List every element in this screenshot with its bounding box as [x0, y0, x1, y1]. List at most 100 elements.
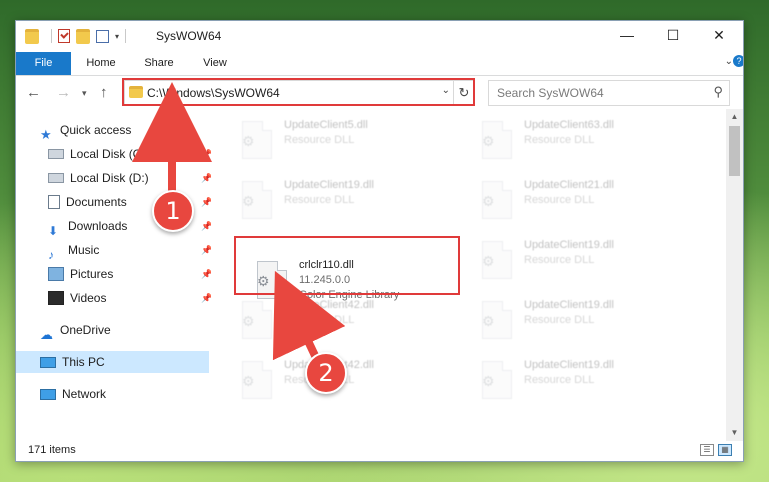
file-description: Resource DLL	[284, 134, 355, 146]
sidebar-item-videos[interactable]: Videos 📌	[16, 287, 212, 309]
sidebar-item-label: This PC	[62, 355, 105, 369]
sidebar-item-label: Pictures	[70, 267, 114, 281]
sidebar-item-onedrive[interactable]: ☁ OneDrive	[16, 319, 209, 342]
cloud-icon: ☁	[40, 327, 53, 342]
tiles-view-icon[interactable]: ▦	[718, 444, 732, 456]
file-highlight-box	[234, 236, 460, 295]
forward-arrow-icon[interactable]: →	[56, 84, 71, 101]
gear-icon: ⚙	[482, 193, 495, 209]
file-description: Resource DLL	[524, 134, 595, 146]
download-icon: ⬇	[48, 224, 59, 238]
sidebar-item-label: Network	[62, 387, 107, 401]
expand-ribbon-icon[interactable]: ⌄	[725, 56, 733, 67]
file-item[interactable]: ⚙ UpdateClient42.dll Resource DLL	[236, 357, 466, 403]
file-description: Resource DLL	[284, 314, 355, 326]
scrollbar-thumb[interactable]	[729, 126, 740, 176]
file-description: Resource DLL	[524, 374, 595, 386]
tab-view[interactable]: View	[192, 52, 238, 75]
gear-icon: ⚙	[242, 193, 255, 209]
computer-icon	[40, 356, 56, 368]
details-view-icon[interactable]: ☰	[700, 444, 714, 456]
recent-locations-icon[interactable]: ▾	[82, 88, 87, 99]
file-item[interactable]: ⚙ UpdateClient19.dll Resource DLL	[476, 237, 706, 283]
customize-icon[interactable]	[96, 29, 109, 43]
sidebar-item-quick-access[interactable]: ★ Quick access	[16, 119, 209, 142]
file-item[interactable]: ⚙ UpdateClient5.dll Resource DLL	[236, 117, 466, 163]
file-name: UpdateClient19.dll	[284, 179, 374, 191]
properties-check-icon[interactable]	[58, 29, 70, 43]
document-icon	[48, 195, 60, 209]
file-description: Resource DLL	[524, 194, 595, 206]
file-item[interactable]: ⚙ UpdateClient63.dll Resource DLL	[476, 117, 706, 163]
sidebar-item-label: Local Disk (C:)	[70, 147, 149, 161]
file-name: UpdateClient19.dll	[524, 299, 614, 311]
back-arrow-icon[interactable]: ←	[26, 84, 41, 101]
sidebar-item-network[interactable]: Network	[16, 383, 209, 405]
file-name: UpdateClient19.dll	[524, 239, 614, 251]
step-1-badge: 1	[152, 190, 194, 232]
up-arrow-icon[interactable]: ↑	[100, 84, 108, 101]
file-name: UpdateClient21.dll	[524, 179, 614, 191]
star-icon: ★	[40, 127, 52, 142]
vertical-scrollbar[interactable]: ▲ ▼	[726, 109, 743, 441]
address-highlight-box	[122, 78, 475, 106]
maximize-button[interactable]: ☐	[650, 21, 696, 50]
status-bar: 171 items ☰ ▦	[16, 441, 743, 461]
disk-icon	[48, 173, 64, 183]
search-box[interactable]: Search SysWOW64 ⚲	[488, 80, 730, 106]
tab-file[interactable]: File	[16, 52, 71, 75]
gear-icon: ⚙	[482, 253, 495, 269]
file-name: UpdateClient42.dll	[284, 299, 374, 311]
close-button[interactable]: ✕	[696, 21, 742, 50]
videos-icon	[48, 291, 64, 305]
gear-icon: ⚙	[242, 373, 255, 389]
search-input[interactable]: Search SysWOW64	[497, 86, 604, 100]
music-icon: ♪	[48, 248, 54, 262]
tab-home[interactable]: Home	[76, 52, 126, 75]
sidebar-item-local-disk-d[interactable]: Local Disk (D:) 📌	[16, 167, 212, 189]
file-item[interactable]: ⚙ UpdateClient42.dll Resource DLL	[236, 297, 466, 343]
sidebar-item-label: Local Disk (D:)	[70, 171, 149, 185]
file-item[interactable]: ⚙ UpdateClient21.dll Resource DLL	[476, 177, 706, 223]
sidebar-item-label: Downloads	[68, 219, 128, 233]
title-bar: ▾ SysWOW64 — ☐ ✕	[16, 21, 743, 52]
sidebar-item-pictures[interactable]: Pictures 📌	[16, 263, 212, 285]
sidebar-item-label: OneDrive	[60, 323, 111, 337]
minimize-button[interactable]: —	[604, 21, 650, 50]
sidebar-item-local-disk-c[interactable]: Local Disk (C:) 📌	[16, 143, 212, 165]
pictures-icon	[48, 267, 64, 281]
window-title: SysWOW64	[156, 29, 222, 43]
new-folder-icon[interactable]	[76, 28, 90, 44]
dropdown-arrow-icon[interactable]: ▾	[115, 32, 119, 41]
tab-share[interactable]: Share	[134, 52, 184, 75]
sidebar-item-label: Music	[68, 243, 100, 257]
file-description: Resource DLL	[524, 254, 595, 266]
file-description: Resource DLL	[524, 314, 595, 326]
sidebar-item-label: Videos	[70, 291, 107, 305]
sidebar-item-music[interactable]: ♪ Music 📌	[16, 239, 212, 262]
item-count: 171 items	[28, 444, 76, 456]
gear-icon: ⚙	[482, 373, 495, 389]
step-2-badge: 2	[305, 352, 347, 394]
navigation-pane: ★ Quick access Local Disk (C:) 📌 Local D…	[16, 109, 212, 441]
file-item[interactable]: ⚙ UpdateClient19.dll Resource DLL	[476, 357, 706, 403]
search-icon[interactable]: ⚲	[713, 84, 723, 100]
toolbar-divider	[51, 29, 52, 43]
scroll-down-icon[interactable]: ▼	[726, 425, 743, 441]
folder-icon	[25, 28, 39, 44]
file-description: Resource DLL	[284, 194, 355, 206]
gear-icon: ⚙	[242, 133, 255, 149]
file-name: UpdateClient63.dll	[524, 119, 614, 131]
toolbar-divider	[125, 29, 127, 43]
navigation-bar: ← → ▾ ↑ C:\Windows\SysWOW64 ⌄ ↻ Search S…	[16, 76, 743, 108]
file-name: UpdateClient5.dll	[284, 119, 368, 131]
gear-icon: ⚙	[242, 313, 255, 329]
help-icon[interactable]: ?	[733, 55, 743, 67]
ribbon-tabs: File Home Share View ⌄ ?	[16, 52, 743, 76]
file-name: UpdateClient19.dll	[524, 359, 614, 371]
sidebar-item-this-pc[interactable]: This PC	[16, 351, 209, 373]
file-item[interactable]: ⚙ UpdateClient19.dll Resource DLL	[476, 297, 706, 343]
scroll-up-icon[interactable]: ▲	[726, 109, 743, 125]
gear-icon: ⚙	[482, 313, 495, 329]
file-item[interactable]: ⚙ UpdateClient19.dll Resource DLL	[236, 177, 466, 223]
